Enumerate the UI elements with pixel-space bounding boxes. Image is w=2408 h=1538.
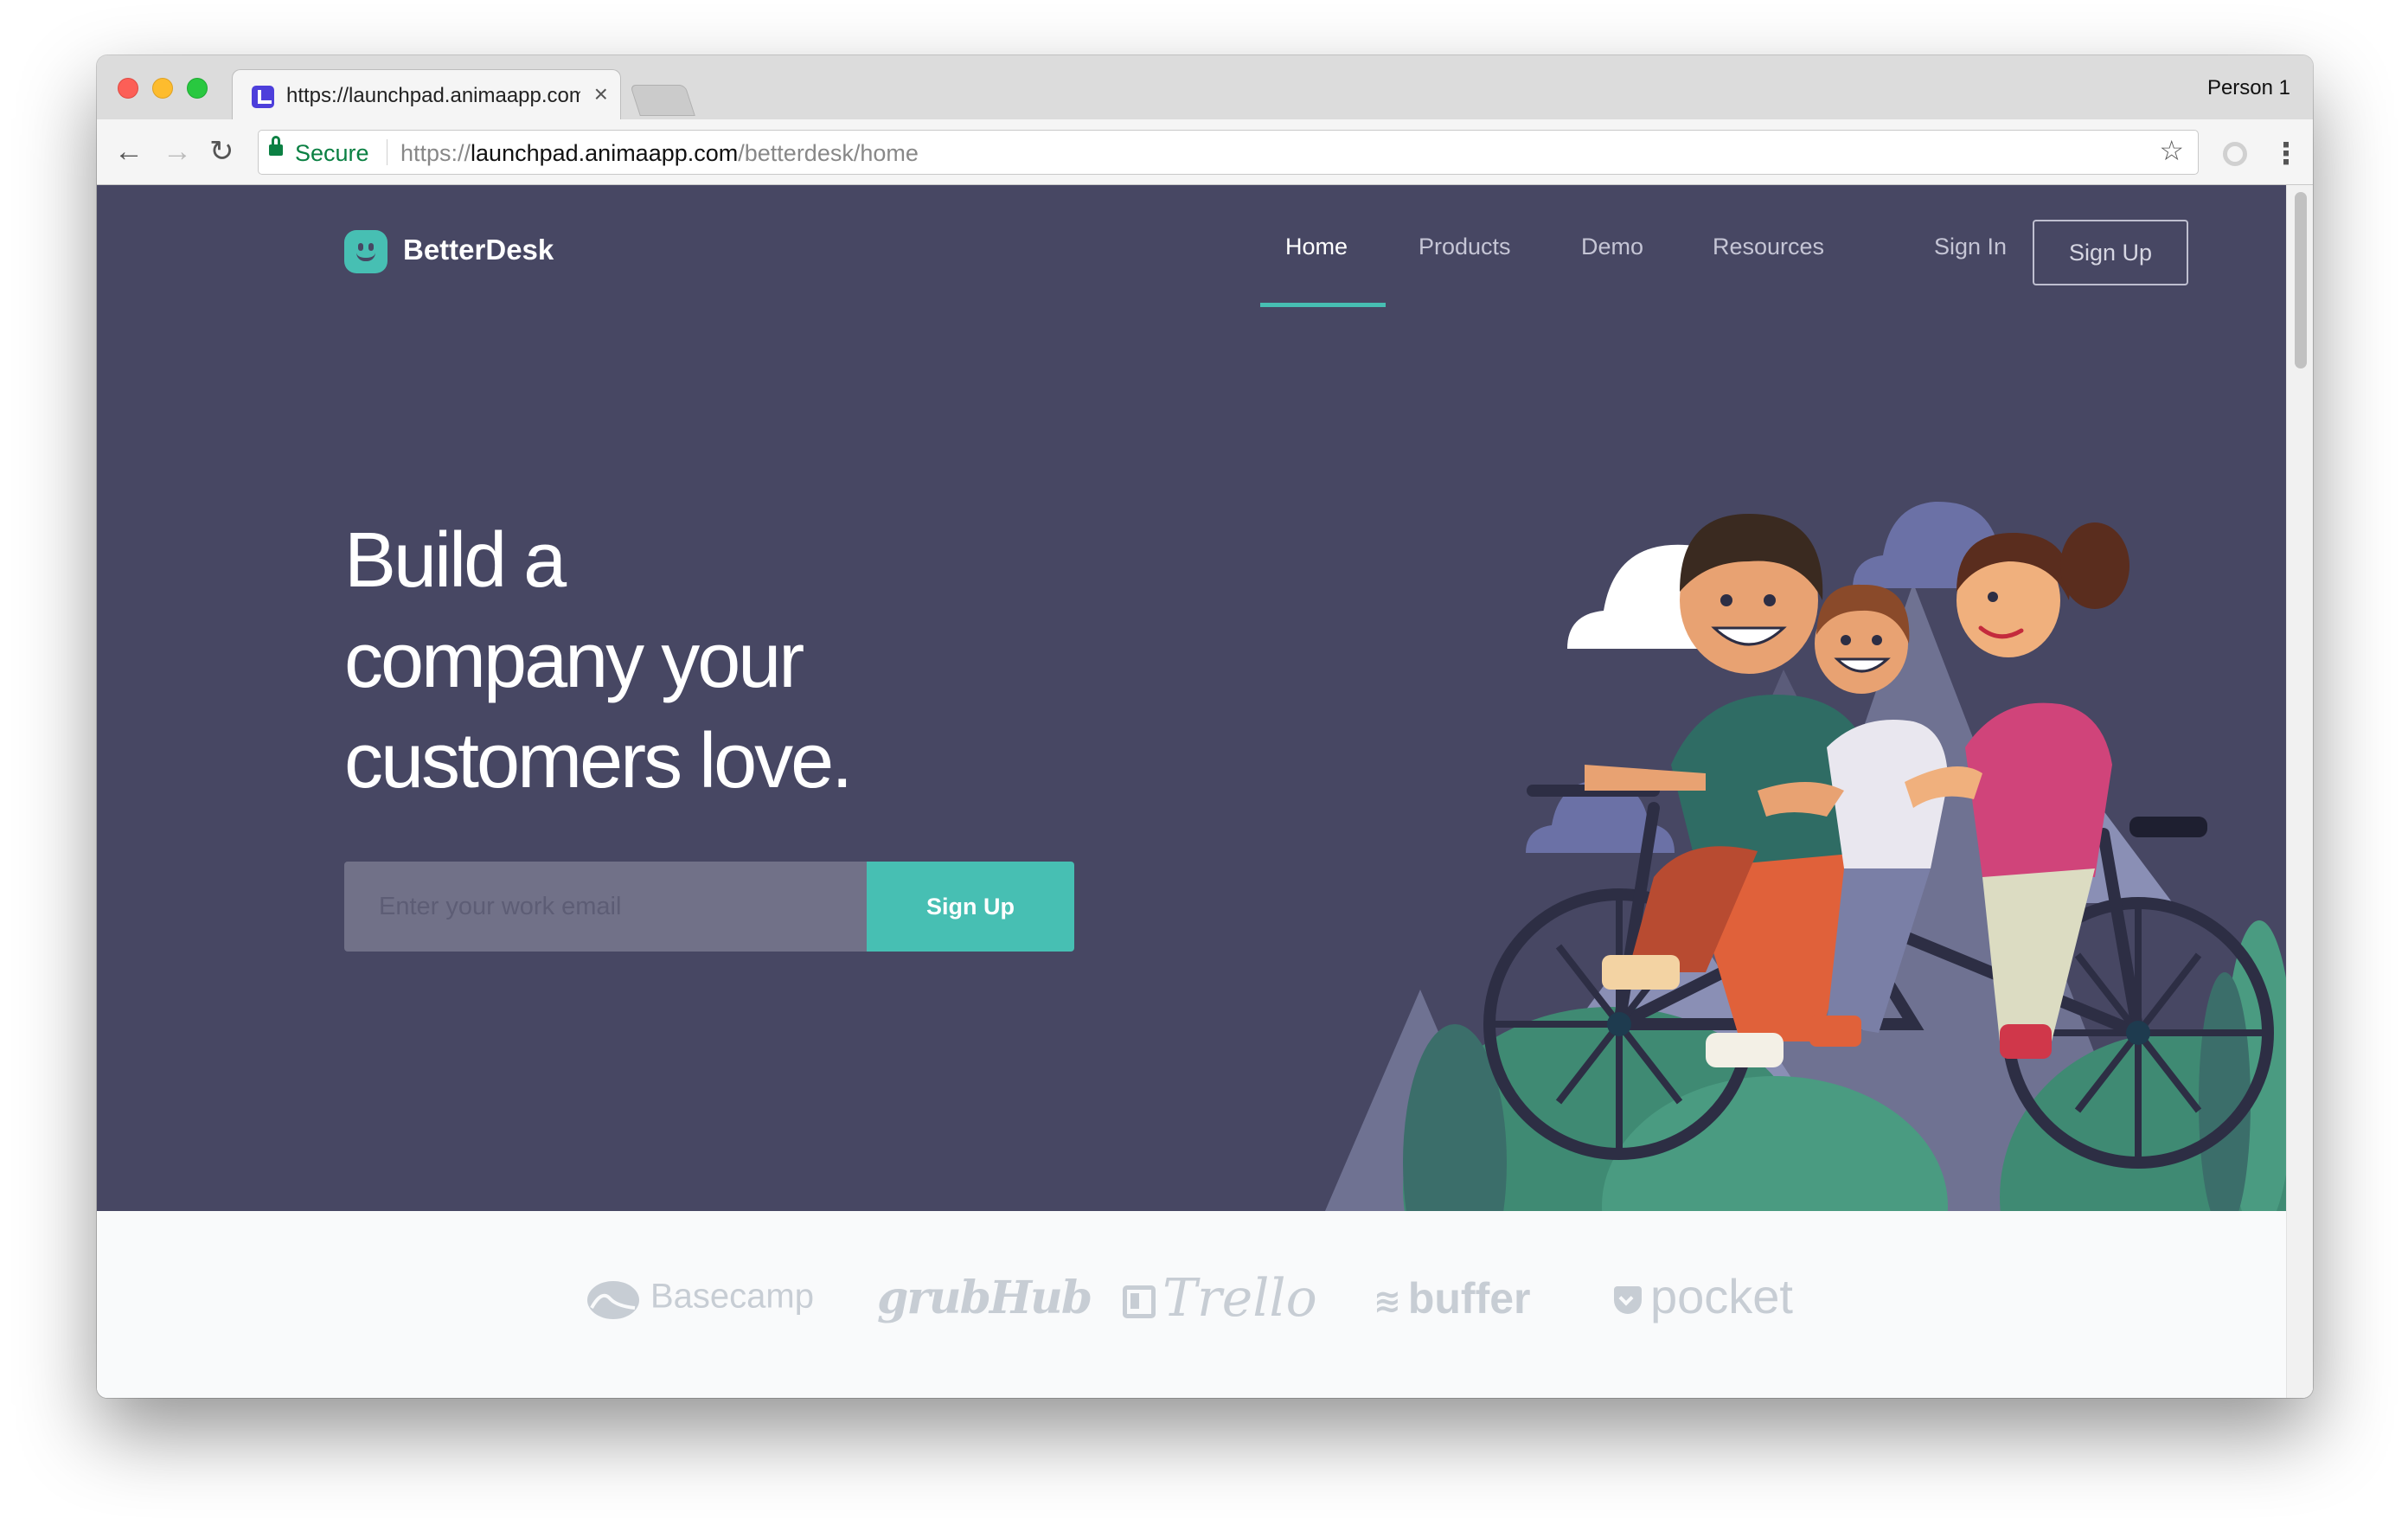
logo-buffer: ≋ buffer xyxy=(1374,1273,1531,1323)
reload-icon[interactable]: ↻ xyxy=(209,135,234,168)
tab-title: https://launchpad.animaapp.com xyxy=(286,84,580,107)
browser-menu-icon[interactable]: ⋮ xyxy=(2271,137,2301,171)
logo-buffer-text: buffer xyxy=(1407,1274,1531,1323)
hero-sign-up-button[interactable]: Sign Up xyxy=(867,862,1074,952)
browser-window: https://launchpad.animaapp.com × Person … xyxy=(97,55,2313,1398)
lock-icon xyxy=(269,136,283,156)
url-path: /betterdesk/home xyxy=(738,140,919,166)
new-tab-button[interactable] xyxy=(630,85,695,116)
seat xyxy=(2129,817,2207,837)
secure-label: Secure xyxy=(295,140,369,166)
hero-section: BetterDesk Home Products Demo Resources … xyxy=(97,185,2287,1211)
logo-trello: Trello xyxy=(1123,1268,1317,1329)
minimize-window-button[interactable] xyxy=(152,78,173,99)
brand-name[interactable]: BetterDesk xyxy=(403,234,554,266)
hero-headline: Build a company your customers love. xyxy=(344,510,1123,811)
back-icon[interactable]: ← xyxy=(114,135,144,168)
close-window-button[interactable] xyxy=(118,78,138,99)
forward-icon[interactable]: → xyxy=(163,135,192,168)
nav-active-indicator xyxy=(1260,303,1386,307)
close-tab-icon[interactable]: × xyxy=(594,80,608,108)
nav-home[interactable]: Home xyxy=(1285,234,1348,260)
family-bicycle-illustration xyxy=(1325,501,2287,1211)
trello-icon xyxy=(1123,1285,1156,1319)
browser-toolbar: ← → ↻ Secure https://launchpad.animaapp.… xyxy=(97,119,2313,185)
logo-trello-text: Trello xyxy=(1162,1268,1317,1329)
page-scrollbar[interactable] xyxy=(2286,185,2313,1398)
favicon-icon xyxy=(252,86,274,108)
profile-button[interactable]: Person 1 xyxy=(2207,76,2290,100)
nav-products[interactable]: Products xyxy=(1419,234,1511,260)
front-hub xyxy=(1607,1012,1631,1036)
logo-basecamp: Basecamp xyxy=(586,1277,814,1320)
page-viewport: BetterDesk Home Products Demo Resources … xyxy=(97,185,2313,1398)
address-bar[interactable]: Secure https://launchpad.animaapp.com/be… xyxy=(258,130,2199,175)
extension-icon[interactable] xyxy=(2223,142,2247,166)
betterdesk-logo-icon[interactable] xyxy=(344,230,387,273)
rear-hub xyxy=(2126,1021,2150,1045)
bookmark-star-icon[interactable]: ☆ xyxy=(2159,134,2184,167)
nav-resources[interactable]: Resources xyxy=(1713,234,1824,260)
headline-line-2: company your xyxy=(344,618,804,704)
tab-strip: https://launchpad.animaapp.com × Person … xyxy=(97,55,2313,119)
url-domain: launchpad.animaapp.com xyxy=(471,140,739,166)
email-input[interactable] xyxy=(344,862,867,952)
tab-active[interactable]: https://launchpad.animaapp.com × xyxy=(232,69,621,119)
basecamp-icon xyxy=(587,1281,639,1319)
logo-pocket: pocket xyxy=(1614,1268,1793,1324)
logo-basecamp-text: Basecamp xyxy=(650,1277,814,1316)
customer-logos: Basecamp grubHub Trello ≋ buffer pocket xyxy=(97,1211,2287,1398)
nav-sign-up-button[interactable]: Sign Up xyxy=(2033,220,2188,285)
buffer-stack-icon: ≋ xyxy=(1374,1284,1401,1321)
pocket-icon xyxy=(1614,1286,1642,1315)
desktop: https://launchpad.animaapp.com × Person … xyxy=(0,0,2408,1538)
url-scheme: https:// xyxy=(400,140,471,166)
nav-sign-in[interactable]: Sign In xyxy=(1934,234,2007,260)
url-text[interactable]: https://launchpad.animaapp.com/betterdes… xyxy=(400,140,919,167)
logo-grubhub: grubHub xyxy=(877,1272,1092,1324)
logo-pocket-text: pocket xyxy=(1650,1269,1793,1323)
maximize-window-button[interactable] xyxy=(187,78,208,99)
nav-demo[interactable]: Demo xyxy=(1581,234,1643,260)
headline-line-3: customers love. xyxy=(344,718,853,804)
scrollbar-thumb[interactable] xyxy=(2295,192,2307,368)
headline-line-1: Build a xyxy=(344,517,567,604)
